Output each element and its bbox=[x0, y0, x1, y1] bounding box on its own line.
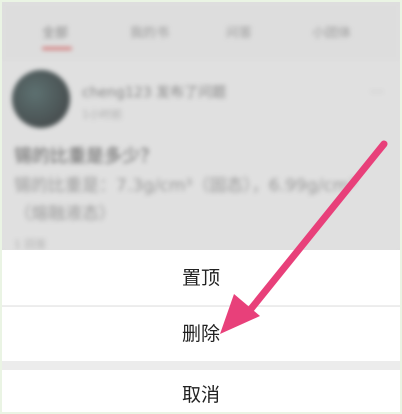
cancel-button[interactable]: 取消 bbox=[2, 370, 400, 412]
pin-button[interactable]: 置顶 bbox=[2, 250, 400, 306]
action-sheet: 置顶 删除 取消 bbox=[2, 250, 400, 412]
screenshot-frame: 全部 我的书 问答 小团体 cheng123 发布了问题 1小时前 ⋯ 锡的比重… bbox=[2, 2, 400, 412]
delete-button[interactable]: 删除 bbox=[2, 307, 400, 361]
